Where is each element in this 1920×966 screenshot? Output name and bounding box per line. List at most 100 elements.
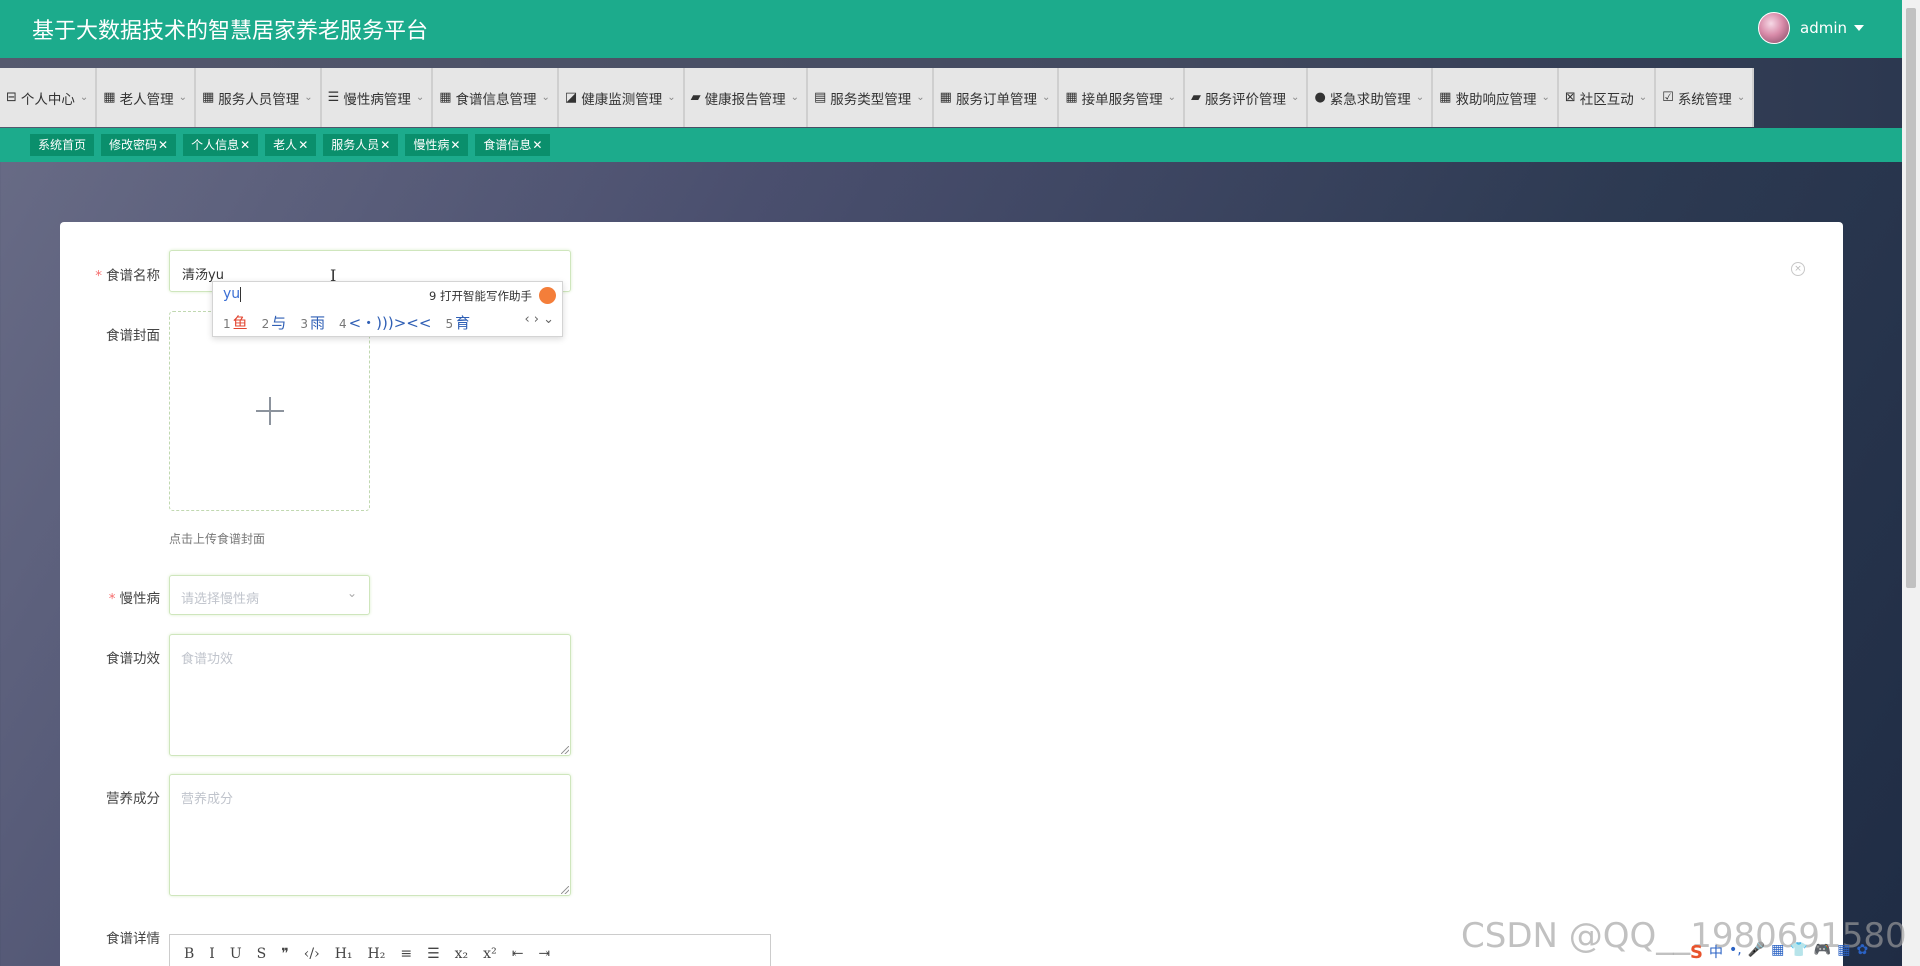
menu-item[interactable]: ▦ 服务人员管理 ⌄	[195, 68, 322, 127]
tag-4[interactable]: 服务人员✕	[323, 134, 399, 156]
scrollbar-thumb[interactable]	[1906, 8, 1916, 588]
menu-item[interactable]: ● 紧急求助管理 ⌄	[1308, 68, 1434, 127]
editor-tool-button[interactable]: ⇥	[538, 946, 550, 962]
close-icon[interactable]: ×	[1791, 262, 1805, 276]
close-icon[interactable]: ✕	[240, 138, 250, 152]
close-icon[interactable]: ✕	[380, 138, 390, 152]
menu-item[interactable]: ▦ 接单服务管理 ⌄	[1059, 68, 1186, 127]
chevron-down-icon: ⌄	[1291, 92, 1300, 103]
tag-0[interactable]: 系统首页	[30, 134, 95, 156]
editor-tool-button[interactable]: ❞	[281, 946, 289, 962]
menu-item[interactable]: ⊟ 个人中心 ⌄	[0, 68, 98, 127]
nutrition-textarea[interactable]: 营养成分	[169, 774, 571, 896]
editor-tool-button[interactable]: x²	[483, 946, 497, 962]
menu-item[interactable]: ▰ 服务评价管理 ⌄	[1185, 68, 1309, 127]
cover-upload-button[interactable]	[169, 311, 370, 511]
menu-item[interactable]: ☰ 慢性病管理 ⌄	[321, 68, 434, 127]
tray-icon[interactable]: 👕	[1790, 942, 1807, 963]
ime-logo-icon[interactable]	[539, 287, 556, 304]
ime-writing-assistant[interactable]: 9 打开智能写作助手	[429, 288, 532, 304]
editor-tool-button[interactable]: S	[257, 946, 267, 962]
tag-1[interactable]: 修改密码✕	[101, 134, 177, 156]
ime-candidate[interactable]: 1鱼	[223, 312, 248, 333]
editor-tool-button[interactable]: ‹/›	[304, 946, 320, 962]
tray-icon[interactable]: ▦	[1771, 942, 1784, 963]
tag-bar: 系统首页 修改密码✕ 个人信息✕ 老人✕ 服务人员✕ 慢性病✕ 食谱信息✕	[0, 128, 1902, 162]
menu-item[interactable]: ▦ 救助响应管理 ⌄	[1433, 68, 1559, 127]
menu-item[interactable]: ▰ 健康报告管理 ⌄	[684, 68, 808, 127]
close-icon[interactable]: ✕	[532, 138, 542, 152]
editor-tool-button[interactable]: H₂	[368, 946, 386, 962]
ime-candidate[interactable]: 5育	[445, 312, 470, 333]
recipe-cover-label: 食谱封面	[106, 328, 160, 344]
tray-icon[interactable]: S	[1690, 942, 1703, 963]
tag-label: 服务人员	[331, 138, 380, 152]
tag-5[interactable]: 慢性病✕	[405, 134, 469, 156]
editor-tool-button[interactable]: x₂	[455, 946, 469, 962]
menu-icon: ☰	[327, 90, 340, 105]
editor-tool-button[interactable]: I	[209, 946, 215, 962]
detail-label: 食谱详情	[106, 931, 160, 947]
resize-handle-icon[interactable]	[561, 886, 569, 894]
disease-placeholder: 请选择慢性病	[181, 592, 260, 607]
menu-item[interactable]: ◪ 健康监测管理 ⌄	[558, 68, 685, 127]
menu-icon: ▦	[1439, 90, 1452, 105]
tag-list: 系统首页 修改密码✕ 个人信息✕ 老人✕ 服务人员✕ 慢性病✕ 食谱信息✕	[30, 134, 557, 156]
username[interactable]: admin	[1800, 19, 1847, 37]
menu-item[interactable]: ▦ 食谱信息管理 ⌄	[433, 68, 559, 127]
menu-item-label: 接单服务管理	[1081, 91, 1163, 108]
tray-icon[interactable]: ✿	[1856, 942, 1868, 963]
close-icon[interactable]: ✕	[298, 138, 308, 152]
menu-item[interactable]: ☑ 系统管理 ⌄	[1656, 68, 1755, 127]
chevron-down-icon[interactable]: ⌄	[347, 586, 357, 600]
tag-3[interactable]: 老人✕	[265, 134, 317, 156]
tag-label: 食谱信息	[483, 138, 532, 152]
page-scrollbar[interactable]	[1902, 0, 1920, 966]
chevron-down-icon: ⌄	[1736, 92, 1746, 103]
ime-candidate[interactable]: 3雨	[300, 312, 325, 333]
menu-icon: ▦	[103, 90, 116, 105]
ime-tray: S 中 •, 🎤 ▦ 👕 🎮 ▦ ✿	[1690, 942, 1874, 963]
chevron-down-icon: ⌄	[790, 92, 799, 103]
nutrition-label: 营养成分	[106, 791, 160, 807]
menu-item[interactable]: ▤ 服务类型管理 ⌄	[807, 68, 934, 127]
avatar[interactable]	[1758, 12, 1790, 44]
editor-tool-button[interactable]: U	[230, 946, 242, 962]
chevron-down-icon: ⌄	[916, 92, 925, 103]
menu-item-label: 老人管理	[119, 91, 174, 108]
ime-page-nav[interactable]: ‹ › ⌄	[524, 312, 554, 327]
tray-icon[interactable]: 🎤	[1748, 942, 1765, 963]
chevron-down-icon: ⌄	[1041, 92, 1051, 103]
tray-icon[interactable]: ▦	[1837, 942, 1850, 963]
chevron-down-icon: ⌄	[1638, 92, 1648, 103]
caret-down-icon[interactable]	[1854, 25, 1864, 31]
tag-6[interactable]: 食谱信息✕	[475, 134, 551, 156]
menu-item[interactable]: ▦ 老人管理 ⌄	[97, 68, 196, 127]
tray-icon[interactable]: 🎮	[1814, 942, 1831, 963]
tag-2[interactable]: 个人信息✕	[183, 134, 259, 156]
editor-tool-button[interactable]: ≡	[400, 946, 412, 962]
editor-tool-button[interactable]: B	[184, 946, 194, 962]
editor-tool-button[interactable]: ☰	[427, 946, 440, 962]
menu-item-label: 社区互动	[1579, 91, 1634, 108]
effect-textarea[interactable]: 食谱功效	[169, 634, 571, 756]
editor-tool-button[interactable]: H₁	[335, 946, 353, 962]
menu-item[interactable]: ▦ 服务订单管理 ⌄	[933, 68, 1060, 127]
user-menu[interactable]: admin	[1758, 12, 1864, 44]
chevron-down-icon: ⌄	[667, 92, 676, 103]
ime-candidate[interactable]: 2与	[262, 312, 287, 333]
tag-label: 系统首页	[38, 138, 87, 152]
tray-icon[interactable]: 中	[1709, 942, 1723, 963]
nutrition-placeholder: 营养成分	[181, 792, 234, 807]
disease-select[interactable]: 请选择慢性病 ⌄	[169, 575, 370, 615]
menu-icon: ☑	[1662, 90, 1674, 105]
menu-icon: ▦	[1065, 90, 1078, 105]
resize-handle-icon[interactable]	[561, 746, 569, 754]
chevron-down-icon: ⌄	[304, 92, 313, 103]
close-icon[interactable]: ✕	[450, 138, 460, 152]
tray-icon[interactable]: •,	[1729, 942, 1742, 963]
close-icon[interactable]: ✕	[158, 138, 168, 152]
ime-candidate[interactable]: 4 <・)))><<	[339, 312, 431, 333]
menu-item[interactable]: ⊠ 社区互动 ⌄	[1558, 68, 1657, 127]
editor-tool-button[interactable]: ⇤	[512, 946, 524, 962]
